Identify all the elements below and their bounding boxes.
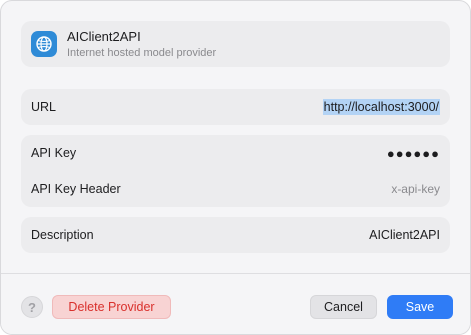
- api-key-header-field[interactable]: x-api-key: [391, 182, 440, 196]
- description-field[interactable]: AIClient2API: [369, 228, 440, 242]
- provider-settings-sheet: AIClient2API Internet hosted model provi…: [0, 0, 471, 335]
- api-key-label: API Key: [31, 146, 77, 160]
- description-label: Description: [31, 228, 94, 242]
- url-row[interactable]: URL http://localhost:3000/: [21, 89, 450, 125]
- api-key-card: API Key ●●●●●● API Key Header x-api-key: [21, 135, 450, 207]
- sheet-footer: ? Delete Provider Cancel Save: [1, 274, 470, 334]
- api-key-row[interactable]: API Key ●●●●●●: [21, 135, 450, 171]
- provider-subtitle: Internet hosted model provider: [67, 46, 217, 59]
- url-field[interactable]: http://localhost:3000/: [322, 99, 440, 115]
- help-button[interactable]: ?: [21, 296, 43, 318]
- provider-header-card: AIClient2API Internet hosted model provi…: [21, 21, 450, 67]
- description-row[interactable]: Description AIClient2API: [21, 217, 450, 253]
- cancel-button[interactable]: Cancel: [310, 295, 377, 319]
- provider-text: AIClient2API Internet hosted model provi…: [67, 29, 216, 60]
- delete-provider-button[interactable]: Delete Provider: [52, 295, 171, 319]
- description-card: Description AIClient2API: [21, 217, 450, 253]
- url-card: URL http://localhost:3000/: [21, 89, 450, 125]
- url-label: URL: [31, 100, 57, 114]
- api-key-field[interactable]: ●●●●●●: [387, 146, 440, 161]
- api-key-header-label: API Key Header: [31, 182, 121, 196]
- globe-icon: [31, 31, 57, 57]
- sheet-content: AIClient2API Internet hosted model provi…: [1, 1, 470, 253]
- api-key-header-row[interactable]: API Key Header x-api-key: [21, 171, 450, 207]
- save-button[interactable]: Save: [387, 295, 453, 319]
- provider-name: AIClient2API: [67, 28, 141, 44]
